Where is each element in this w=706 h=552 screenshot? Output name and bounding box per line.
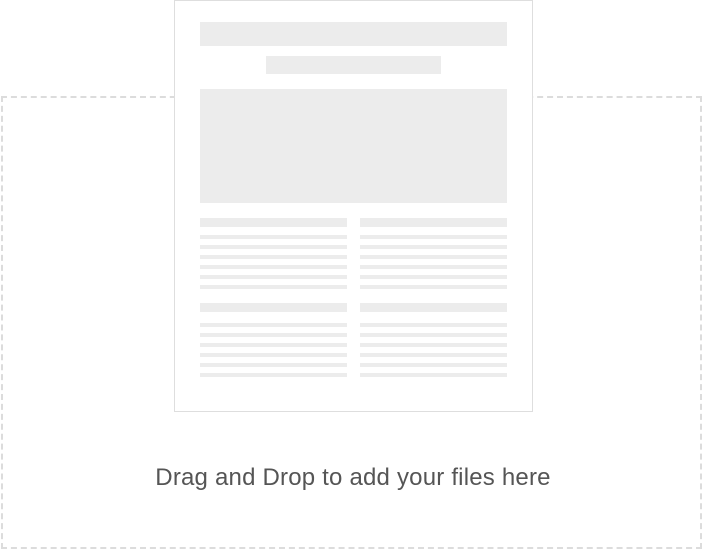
placeholder-text-line	[200, 373, 347, 377]
placeholder-text-line	[360, 373, 507, 377]
placeholder-text-column	[360, 218, 507, 290]
placeholder-text-line	[360, 235, 507, 239]
placeholder-text-column	[200, 218, 347, 290]
placeholder-text-line	[360, 333, 507, 337]
placeholder-subtitle-bar	[266, 56, 441, 74]
placeholder-text-line	[360, 363, 507, 367]
placeholder-text-line	[360, 353, 507, 357]
placeholder-column-heading	[360, 303, 507, 312]
placeholder-column-heading	[200, 218, 347, 227]
placeholder-text-column	[200, 303, 347, 379]
placeholder-text-line	[360, 343, 507, 347]
document-preview-icon	[174, 0, 533, 412]
placeholder-text-line	[200, 323, 347, 327]
placeholder-text-line	[360, 265, 507, 269]
placeholder-text-line	[200, 255, 347, 259]
placeholder-text-line	[200, 265, 347, 269]
placeholder-text-line	[360, 285, 507, 289]
placeholder-text-line	[360, 275, 507, 279]
placeholder-text-line	[200, 363, 347, 367]
placeholder-text-line	[200, 343, 347, 347]
placeholder-text-line	[200, 245, 347, 249]
placeholder-text-line	[200, 285, 347, 289]
placeholder-text-line	[360, 245, 507, 249]
placeholder-column-heading	[360, 218, 507, 227]
placeholder-text-line	[200, 235, 347, 239]
placeholder-text-line	[200, 275, 347, 279]
placeholder-image-block	[200, 89, 507, 203]
placeholder-text-line	[200, 333, 347, 337]
placeholder-text-line	[200, 353, 347, 357]
placeholder-text-line	[360, 255, 507, 259]
placeholder-text-line	[360, 323, 507, 327]
placeholder-text-column	[360, 303, 507, 379]
placeholder-column-heading	[200, 303, 347, 312]
dropzone-label: Drag and Drop to add your files here	[155, 464, 551, 491]
placeholder-title-bar	[200, 22, 507, 46]
